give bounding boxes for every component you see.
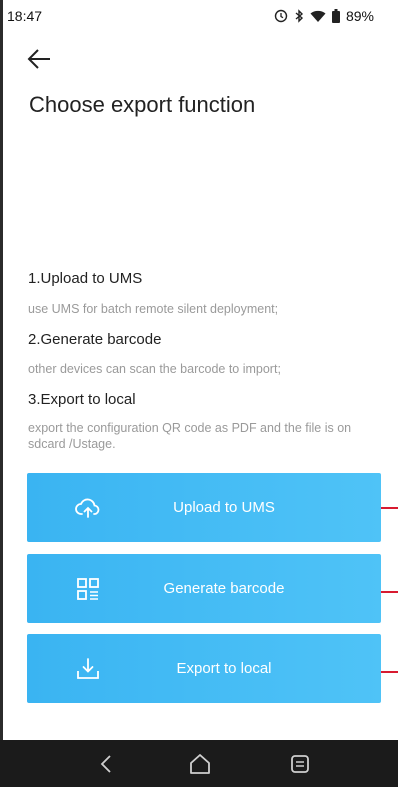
back-arrow-icon[interactable] xyxy=(26,46,52,72)
annotation-line xyxy=(381,507,398,509)
battery-icon xyxy=(331,9,340,23)
annotation-line xyxy=(381,671,398,673)
nav-back-icon[interactable] xyxy=(94,751,120,777)
option-title-upload: 1.Upload to UMS xyxy=(28,270,143,287)
screen-edge xyxy=(0,0,3,740)
option-desc-upload: use UMS for batch remote silent deployme… xyxy=(28,302,279,316)
option-title-export: 3.Export to local xyxy=(28,391,136,408)
page-title: Choose export function xyxy=(29,92,256,117)
nav-recents-icon[interactable] xyxy=(287,751,313,777)
option-desc-barcode: other devices can scan the barcode to im… xyxy=(28,362,281,376)
status-bar: 18:47 89% xyxy=(5,0,398,30)
status-icons: 89% xyxy=(274,8,374,24)
battery-percent: 89% xyxy=(345,8,374,24)
bluetooth-icon xyxy=(294,9,304,23)
export-to-local-button[interactable]: Export to local xyxy=(27,634,381,703)
wifi-icon xyxy=(310,10,326,23)
navigation-bar xyxy=(0,740,398,787)
option-title-barcode: 2.Generate barcode xyxy=(28,331,162,348)
generate-barcode-button[interactable]: Generate barcode xyxy=(27,554,381,623)
generate-barcode-label: Generate barcode xyxy=(163,580,285,597)
annotation-line xyxy=(381,591,398,593)
sync-icon xyxy=(274,9,288,23)
option-desc-export: export the configuration QR code as PDF … xyxy=(28,421,352,451)
nav-home-icon[interactable] xyxy=(187,751,213,777)
export-to-local-label: Export to local xyxy=(176,660,272,677)
status-time: 18:47 xyxy=(7,8,43,24)
upload-to-ums-button[interactable]: Upload to UMS xyxy=(27,473,381,542)
upload-to-ums-label: Upload to UMS xyxy=(173,499,275,516)
